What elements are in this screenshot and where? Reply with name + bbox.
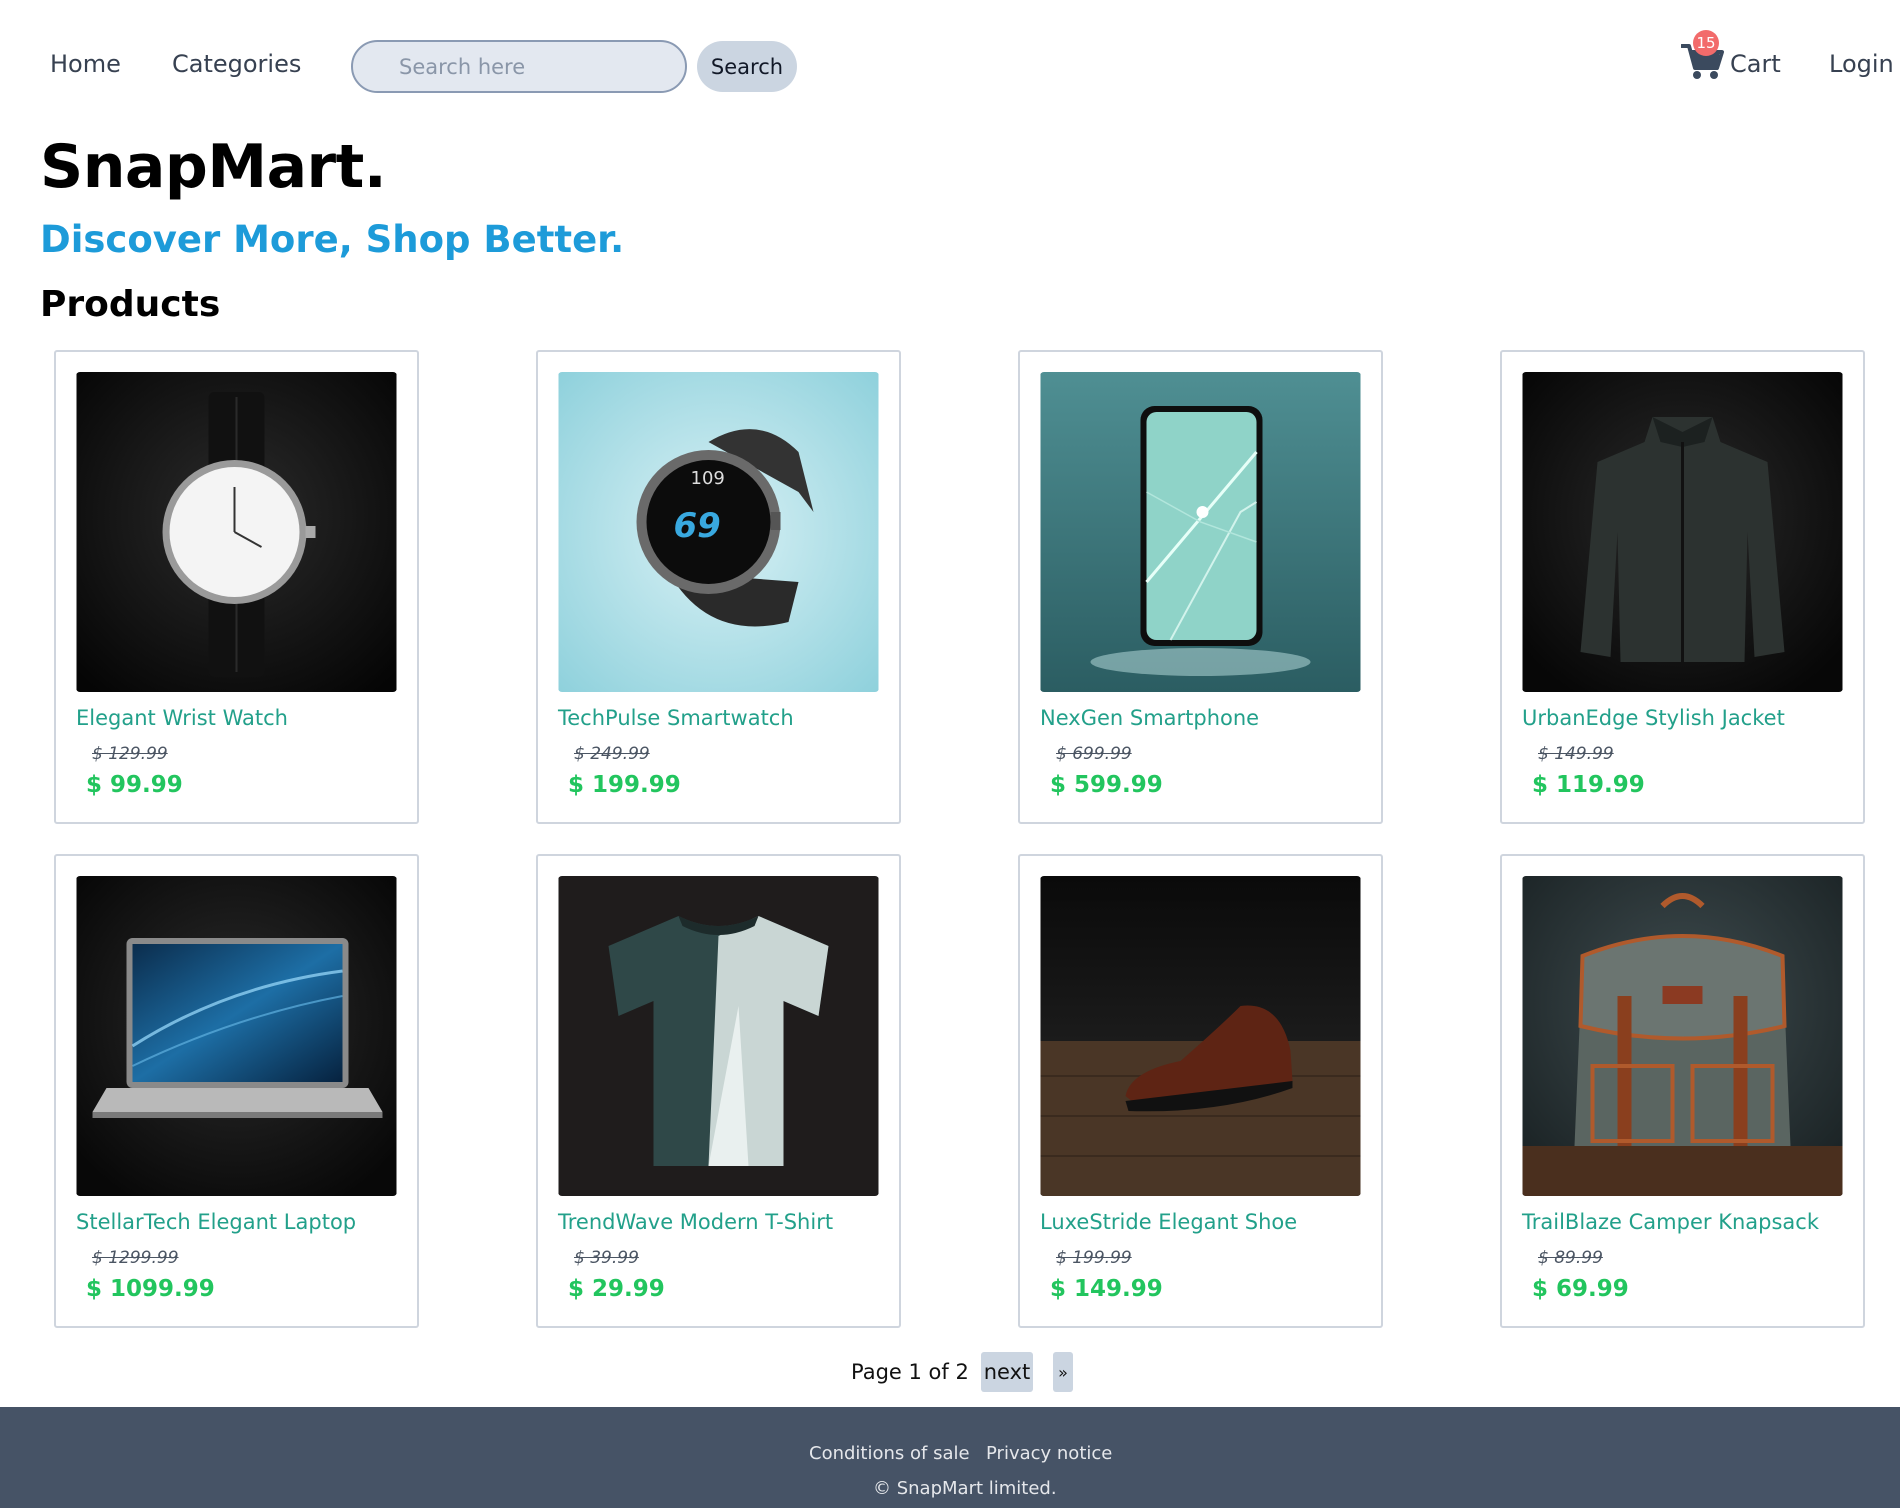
search-button[interactable]: Search xyxy=(697,41,797,92)
top-nav: Home Categories Search 15 Cart Login xyxy=(0,0,1900,134)
nav-categories-link[interactable]: Categories xyxy=(172,50,301,78)
product-card[interactable]: UrbanEdge Stylish Jacket $ 149.99 $ 119.… xyxy=(1500,350,1865,824)
product-old-price: $ 89.99 xyxy=(1538,1248,1603,1268)
product-card[interactable]: NexGen Smartphone $ 699.99 $ 599.99 xyxy=(1018,350,1383,824)
product-price: $ 599.99 xyxy=(1050,772,1163,798)
nav-home-link[interactable]: Home xyxy=(50,50,121,78)
privacy-notice-link[interactable]: Privacy notice xyxy=(986,1443,1112,1464)
conditions-of-sale-link[interactable]: Conditions of sale xyxy=(809,1443,970,1464)
knapsack-image xyxy=(1522,876,1843,1196)
product-card[interactable]: TrendWave Modern T-Shirt $ 39.99 $ 29.99 xyxy=(536,854,901,1328)
product-card[interactable]: 109 69 TechPulse Smartwatch $ 249.99 $ 1… xyxy=(536,350,901,824)
last-page-button[interactable]: » xyxy=(1053,1352,1073,1392)
product-old-price: $ 199.99 xyxy=(1056,1248,1132,1268)
brand-title: SnapMart. xyxy=(40,132,387,202)
product-price: $ 99.99 xyxy=(86,772,183,798)
product-card[interactable]: LuxeStride Elegant Shoe $ 199.99 $ 149.9… xyxy=(1018,854,1383,1328)
cart-link[interactable]: 15 Cart xyxy=(1681,30,1791,90)
product-name[interactable]: TrendWave Modern T-Shirt xyxy=(558,1210,833,1234)
footer: Conditions of sale Privacy notice © Snap… xyxy=(0,1407,1900,1508)
wrist-watch-image xyxy=(76,372,397,692)
product-old-price: $ 129.99 xyxy=(92,744,168,764)
next-page-button[interactable]: next xyxy=(981,1352,1033,1392)
product-card[interactable]: StellarTech Elegant Laptop $ 1299.99 $ 1… xyxy=(54,854,419,1328)
product-card[interactable]: Elegant Wrist Watch $ 129.99 $ 99.99 xyxy=(54,350,419,824)
pagination: Page 1 of 2 next » xyxy=(0,1352,1900,1392)
nav-login-link[interactable]: Login xyxy=(1829,50,1894,78)
product-old-price: $ 699.99 xyxy=(1056,744,1132,764)
product-old-price: $ 249.99 xyxy=(574,744,650,764)
tagline: Discover More, Shop Better. xyxy=(40,218,625,261)
product-price: $ 119.99 xyxy=(1532,772,1645,798)
products-heading: Products xyxy=(40,284,221,325)
jacket-image xyxy=(1522,372,1843,692)
product-name[interactable]: LuxeStride Elegant Shoe xyxy=(1040,1210,1297,1234)
product-card[interactable]: TrailBlaze Camper Knapsack $ 89.99 $ 69.… xyxy=(1500,854,1865,1328)
product-name[interactable]: Elegant Wrist Watch xyxy=(76,706,288,730)
svg-text:109: 109 xyxy=(691,468,725,489)
product-price: $ 1099.99 xyxy=(86,1276,215,1302)
svg-text:69: 69 xyxy=(674,506,721,546)
product-price: $ 69.99 xyxy=(1532,1276,1629,1302)
product-old-price: $ 39.99 xyxy=(574,1248,639,1268)
product-old-price: $ 149.99 xyxy=(1538,744,1614,764)
product-price: $ 149.99 xyxy=(1050,1276,1163,1302)
product-old-price: $ 1299.99 xyxy=(92,1248,179,1268)
search-input[interactable] xyxy=(351,40,687,93)
smartwatch-image: 109 69 xyxy=(558,372,879,692)
cart-label: Cart xyxy=(1730,50,1781,78)
copyright-text: © SnapMart limited. xyxy=(873,1478,1057,1499)
tshirt-image xyxy=(558,876,879,1196)
product-name[interactable]: StellarTech Elegant Laptop xyxy=(76,1210,356,1234)
page-info: Page 1 of 2 xyxy=(851,1360,969,1384)
product-price: $ 199.99 xyxy=(568,772,681,798)
smartphone-image xyxy=(1040,372,1361,692)
product-name[interactable]: TrailBlaze Camper Knapsack xyxy=(1522,1210,1819,1234)
product-name[interactable]: UrbanEdge Stylish Jacket xyxy=(1522,706,1785,730)
shoe-image xyxy=(1040,876,1361,1196)
product-grid: Elegant Wrist Watch $ 129.99 $ 99.99 109… xyxy=(54,350,1865,1328)
laptop-image xyxy=(76,876,397,1196)
cart-count-badge: 15 xyxy=(1693,30,1719,56)
product-name[interactable]: TechPulse Smartwatch xyxy=(558,706,794,730)
product-price: $ 29.99 xyxy=(568,1276,665,1302)
product-name[interactable]: NexGen Smartphone xyxy=(1040,706,1259,730)
